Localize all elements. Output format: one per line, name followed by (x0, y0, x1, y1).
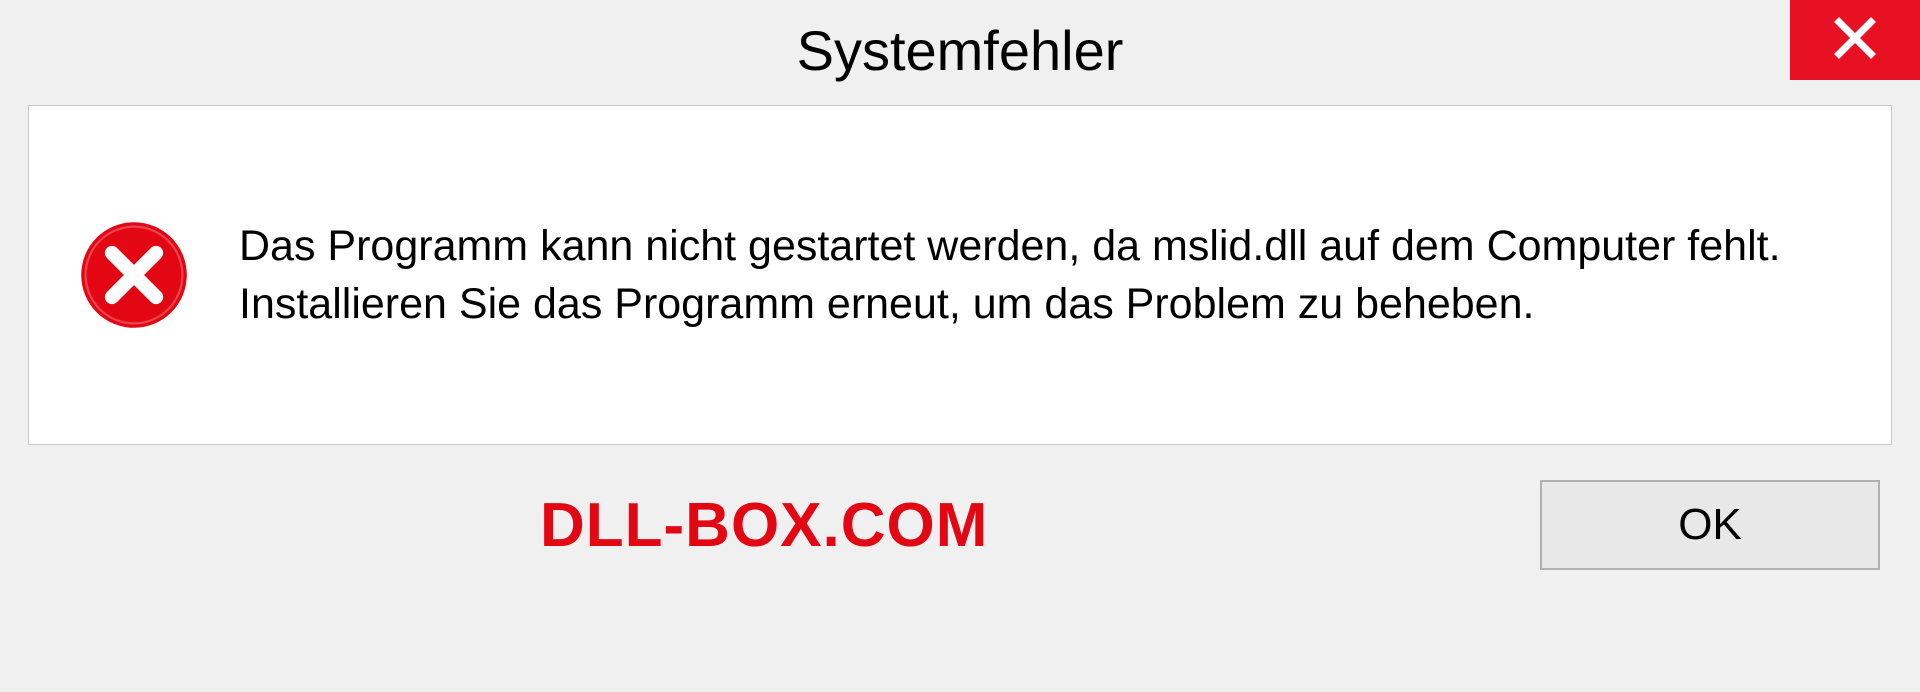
ok-button[interactable]: OK (1540, 480, 1880, 570)
error-dialog: Systemfehler Das Programm kann nicht ges… (0, 0, 1920, 692)
close-icon (1831, 14, 1879, 67)
dialog-title: Systemfehler (797, 18, 1124, 83)
error-icon-wrap (79, 220, 189, 330)
watermark-text: DLL-BOX.COM (540, 490, 988, 561)
content-panel: Das Programm kann nicht gestartet werden… (28, 105, 1892, 445)
title-bar: Systemfehler (0, 0, 1920, 90)
footer-bar: DLL-BOX.COM OK (0, 445, 1920, 600)
error-icon (79, 220, 189, 330)
error-message: Das Programm kann nicht gestartet werden… (239, 217, 1841, 333)
close-button[interactable] (1790, 0, 1920, 80)
